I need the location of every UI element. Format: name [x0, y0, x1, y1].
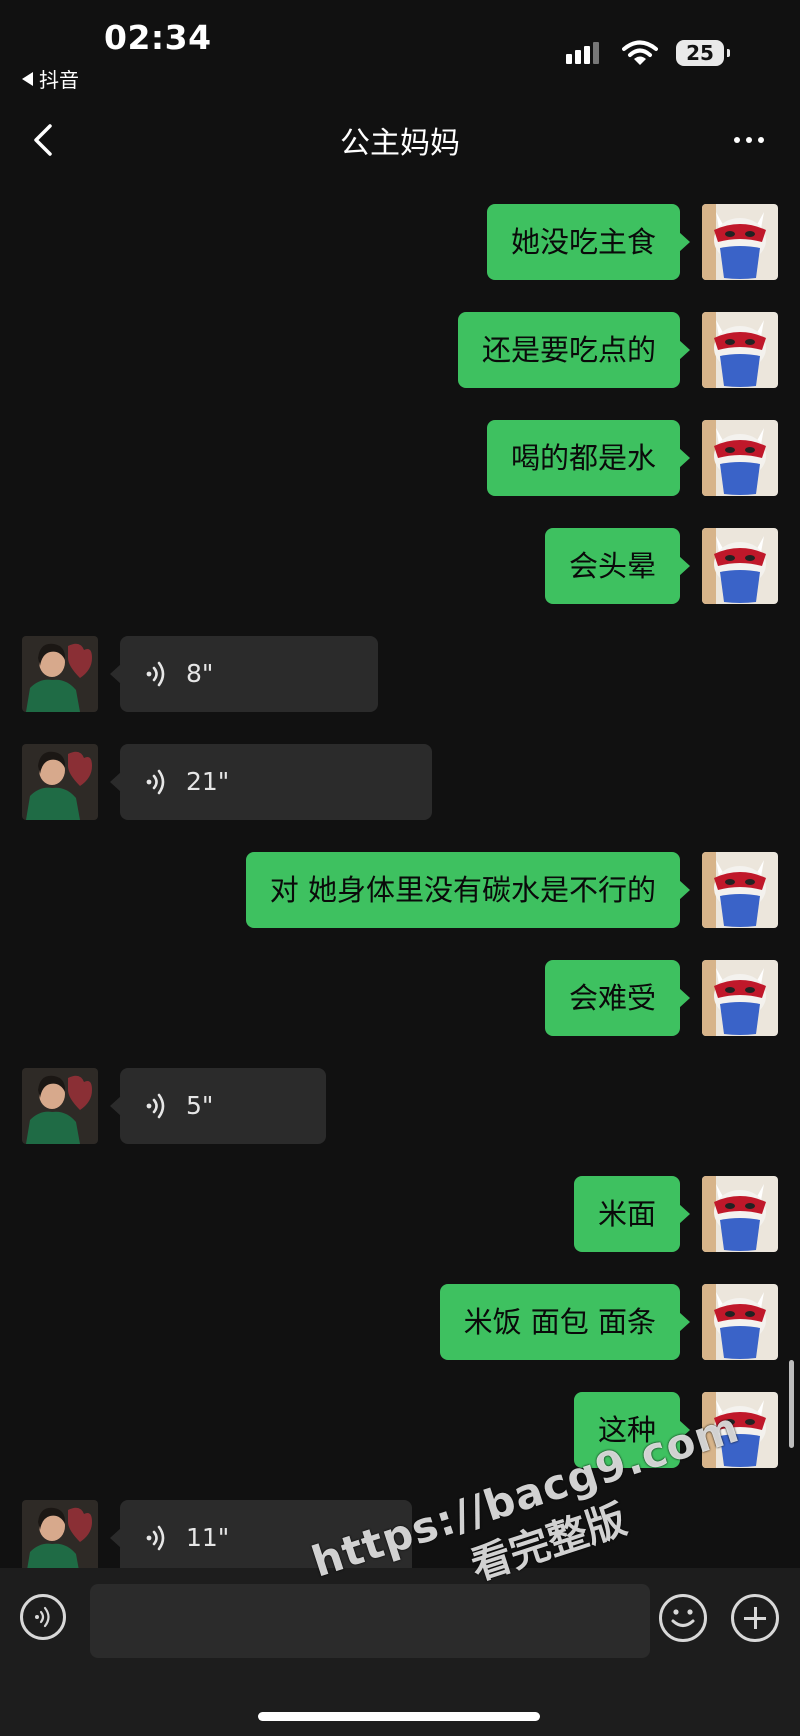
- text-message-row: 会头晕: [544, 528, 778, 604]
- woman-avatar-icon: [22, 636, 98, 712]
- text-message-bubble[interactable]: 会难受: [544, 960, 691, 1036]
- cat-avatar-icon: [702, 852, 778, 928]
- cat-avatar-icon: [702, 312, 778, 388]
- back-button[interactable]: [24, 120, 64, 160]
- more-dot-icon: [734, 137, 740, 143]
- voice-duration: 11": [186, 1523, 230, 1552]
- voice-wave-icon: [35, 1606, 50, 1628]
- wifi-icon: [622, 40, 658, 65]
- my-avatar[interactable]: [702, 1392, 778, 1468]
- cat-avatar-icon: [702, 960, 778, 1036]
- contact-avatar[interactable]: [22, 1500, 98, 1576]
- woman-avatar-icon: [22, 744, 98, 820]
- voice-message-row: 5": [22, 1068, 326, 1144]
- voice-message-bubble[interactable]: 21": [110, 744, 432, 820]
- more-dot-icon: [746, 137, 752, 143]
- smiley-icon: [671, 1609, 695, 1627]
- battery-icon: 25: [676, 40, 730, 66]
- cat-avatar-icon: [702, 1176, 778, 1252]
- voice-duration: 21": [186, 767, 230, 796]
- voice-wave-icon: [146, 661, 165, 687]
- voice-message-bubble[interactable]: 5": [110, 1068, 326, 1144]
- text-message-row: 还是要吃点的: [457, 312, 778, 388]
- my-avatar[interactable]: [702, 852, 778, 928]
- text-message-bubble[interactable]: 喝的都是水: [486, 420, 691, 496]
- text-message-bubble[interactable]: 会头晕: [544, 528, 691, 604]
- text-message-bubble[interactable]: 米饭 面包 面条: [439, 1284, 691, 1360]
- more-actions-plus-button[interactable]: [731, 1594, 779, 1642]
- text-message-row: 会难受: [544, 960, 778, 1036]
- voice-wave-icon: [146, 1525, 165, 1551]
- voice-wave-icon: [146, 1093, 165, 1119]
- voice-message-row: 21": [22, 744, 432, 820]
- text-message-row: 这种: [573, 1392, 778, 1468]
- voice-message-row: 8": [22, 636, 378, 712]
- text-message-bubble[interactable]: 米面: [573, 1176, 691, 1252]
- chat-title: 公主妈妈: [340, 126, 460, 161]
- woman-avatar-icon: [22, 1068, 98, 1144]
- contact-avatar[interactable]: [22, 1068, 98, 1144]
- cat-avatar-icon: [702, 204, 778, 280]
- my-avatar[interactable]: [702, 528, 778, 604]
- back-to-app-link[interactable]: 抖音: [22, 64, 79, 93]
- home-indicator[interactable]: [258, 1712, 540, 1721]
- my-avatar[interactable]: [702, 204, 778, 280]
- my-avatar[interactable]: [702, 420, 778, 496]
- my-avatar[interactable]: [702, 1284, 778, 1360]
- text-message-bubble[interactable]: 这种: [573, 1392, 691, 1468]
- nav-bar: 公主妈妈: [0, 100, 800, 182]
- emoji-button[interactable]: [659, 1594, 707, 1642]
- text-message-bubble[interactable]: 还是要吃点的: [457, 312, 691, 388]
- cat-avatar-icon: [702, 420, 778, 496]
- more-dot-icon: [758, 137, 764, 143]
- voice-duration: 5": [186, 1091, 214, 1120]
- back-triangle-icon: [22, 71, 33, 86]
- chat-screen: 02:34 抖音 25 公主妈妈 她没吃主食还是要吃点的喝的都是水会头晕 8" 21…: [0, 0, 800, 1736]
- my-avatar[interactable]: [702, 1176, 778, 1252]
- status-time: 02:34: [104, 18, 212, 57]
- voice-duration: 8": [186, 659, 214, 688]
- text-message-row: 米面: [573, 1176, 778, 1252]
- cat-avatar-icon: [702, 1392, 778, 1468]
- text-message-row: 喝的都是水: [486, 420, 778, 496]
- voice-input-toggle[interactable]: [20, 1594, 66, 1640]
- text-message-row: 米饭 面包 面条: [439, 1284, 778, 1360]
- message-input[interactable]: [90, 1584, 650, 1658]
- text-message-row: 她没吃主食: [486, 204, 778, 280]
- voice-message-bubble[interactable]: 11": [110, 1500, 412, 1576]
- voice-message-bubble[interactable]: 8": [110, 636, 378, 712]
- chevron-left-icon: [34, 124, 52, 156]
- more-options-button[interactable]: [724, 122, 774, 158]
- my-avatar[interactable]: [702, 312, 778, 388]
- back-app-label: 抖音: [39, 68, 79, 92]
- woman-avatar-icon: [22, 1500, 98, 1576]
- text-message-bubble[interactable]: 她没吃主食: [486, 204, 691, 280]
- status-bar: 02:34 抖音 25: [0, 0, 800, 93]
- voice-message-row: 11": [22, 1500, 412, 1576]
- contact-avatar[interactable]: [22, 744, 98, 820]
- cat-avatar-icon: [702, 1284, 778, 1360]
- voice-wave-icon: [146, 769, 165, 795]
- cellular-signal-icon: [566, 42, 599, 64]
- scrollbar[interactable]: [789, 1360, 794, 1448]
- cat-avatar-icon: [702, 528, 778, 604]
- text-message-bubble[interactable]: 对 她身体里没有碳水是不行的: [245, 852, 691, 928]
- text-message-row: 对 她身体里没有碳水是不行的: [245, 852, 778, 928]
- input-bar: [0, 1568, 800, 1736]
- my-avatar[interactable]: [702, 960, 778, 1036]
- contact-avatar[interactable]: [22, 636, 98, 712]
